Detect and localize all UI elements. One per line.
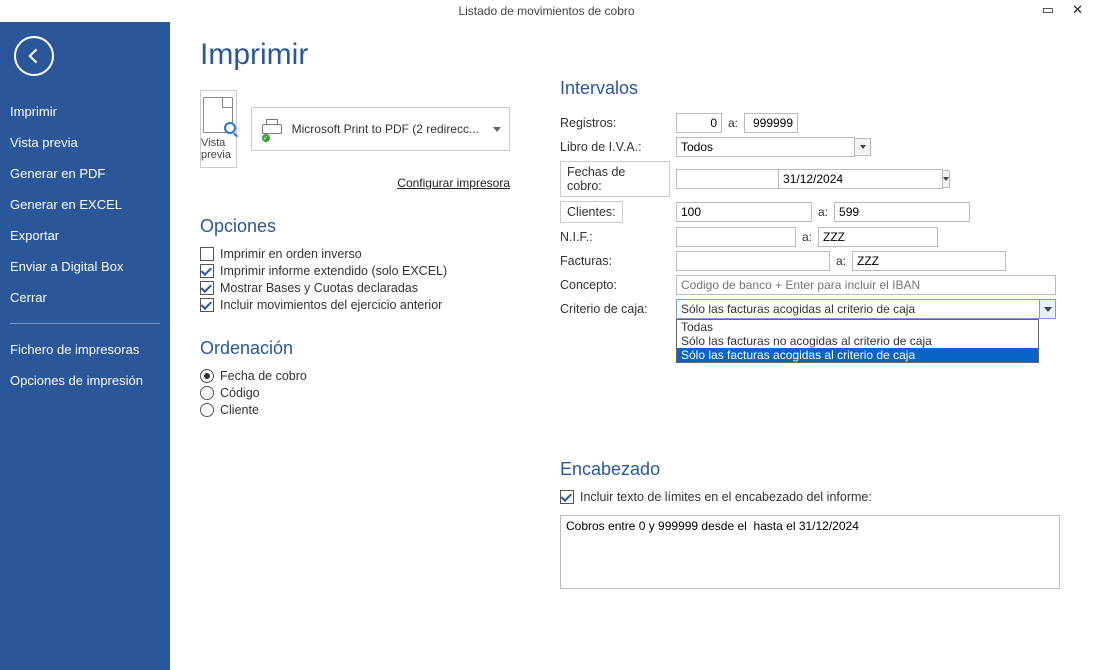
checkbox-icon	[200, 247, 214, 261]
fecha-to-field[interactable]	[778, 169, 943, 189]
clientes-to-input[interactable]	[834, 202, 970, 222]
nif-to-input[interactable]	[818, 227, 938, 247]
window-controls: ▭ ✕	[1038, 2, 1087, 18]
libro-iva-combo[interactable]	[676, 137, 871, 157]
preview-label: Vista previa	[201, 137, 236, 161]
nav-exportar[interactable]: Exportar	[0, 220, 170, 251]
a-label: a:	[802, 230, 812, 244]
maximize-icon[interactable]: ▭	[1038, 2, 1058, 18]
radio-codigo[interactable]: Código	[200, 386, 510, 400]
facturas-from-input[interactable]	[676, 251, 830, 271]
registros-to-input[interactable]	[744, 113, 798, 133]
include-header-label: Incluir texto de límites en el encabezad…	[580, 490, 872, 504]
registros-from-input[interactable]	[676, 113, 722, 133]
intervalos-heading: Intervalos	[560, 78, 1060, 99]
facturas-to-input[interactable]	[852, 251, 1006, 271]
option-label: Mostrar Bases y Cuotas declaradas	[220, 281, 418, 295]
chevron-down-icon[interactable]	[943, 170, 950, 188]
libro-iva-label: Libro de I.V.A.:	[560, 138, 670, 156]
concepto-input[interactable]	[676, 275, 1056, 295]
checkbox-icon	[200, 298, 214, 312]
radio-icon	[200, 369, 214, 383]
include-header-text[interactable]: Incluir texto de límites en el encabezad…	[560, 490, 1060, 504]
concepto-label: Concepto:	[560, 276, 670, 294]
nif-label: N.I.F.:	[560, 228, 670, 246]
nav-vista-previa[interactable]: Vista previa	[0, 127, 170, 158]
a-label: a:	[818, 205, 828, 219]
a-label: a:	[728, 116, 738, 130]
radio-label: Código	[220, 386, 260, 400]
title-bar: Listado de movimientos de cobro ▭ ✕	[0, 0, 1093, 22]
option-bases-cuotas[interactable]: Mostrar Bases y Cuotas declaradas	[200, 281, 510, 295]
a-label: a:	[836, 254, 846, 268]
nif-from-input[interactable]	[676, 227, 796, 247]
criterio-caja-combo[interactable]: Sólo las facturas acogidas al criterio d…	[676, 299, 1056, 319]
sidebar: Imprimir Vista previa Generar en PDF Gen…	[0, 22, 170, 670]
criterio-caja-dropdown: Todas Sólo las facturas no acogidas al c…	[676, 319, 1039, 363]
chevron-down-icon[interactable]	[1039, 299, 1056, 319]
option-informe-extendido[interactable]: Imprimir informe extendido (solo EXCEL)	[200, 264, 510, 278]
window-title: Listado de movimientos de cobro	[458, 4, 634, 18]
facturas-label: Facturas:	[560, 252, 670, 270]
printer-selector[interactable]: ✓ Microsoft Print to PDF (2 redirecc...	[251, 107, 510, 151]
libro-iva-value[interactable]	[676, 137, 855, 157]
radio-cliente[interactable]: Cliente	[200, 403, 510, 417]
printer-icon: ✓	[260, 119, 284, 139]
option-ejercicio-anterior[interactable]: Incluir movimientos del ejercicio anteri…	[200, 298, 510, 312]
criterio-caja-label: Criterio de caja:	[560, 300, 670, 318]
nav-imprimir[interactable]: Imprimir	[0, 96, 170, 127]
clientes-button[interactable]: Clientes:	[560, 201, 623, 223]
option-label: Incluir movimientos del ejercicio anteri…	[220, 298, 442, 312]
ordenacion-heading: Ordenación	[200, 338, 510, 359]
close-icon[interactable]: ✕	[1068, 2, 1087, 18]
nav-generar-pdf[interactable]: Generar en PDF	[0, 158, 170, 189]
printer-name: Microsoft Print to PDF (2 redirecc...	[292, 122, 479, 136]
radio-icon	[200, 386, 214, 400]
document-preview-icon	[203, 97, 233, 133]
criterio-caja-value: Sólo las facturas acogidas al criterio d…	[676, 299, 1039, 319]
header-text-input[interactable]	[560, 515, 1060, 589]
fechas-cobro-button[interactable]: Fechas de cobro:	[560, 161, 670, 197]
nav-digital-box[interactable]: Enviar a Digital Box	[0, 251, 170, 282]
fechas-to-input[interactable]	[778, 169, 870, 189]
nav-generar-excel[interactable]: Generar en EXCEL	[0, 189, 170, 220]
back-button[interactable]	[14, 36, 54, 76]
nav-opciones-impresion[interactable]: Opciones de impresión	[0, 365, 170, 396]
radio-fecha-cobro[interactable]: Fecha de cobro	[200, 369, 510, 383]
nav-cerrar[interactable]: Cerrar	[0, 282, 170, 313]
option-label: Imprimir en orden inverso	[220, 247, 362, 261]
registros-label: Registros:	[560, 114, 670, 132]
checkbox-icon	[560, 490, 574, 504]
radio-label: Fecha de cobro	[220, 369, 307, 383]
chevron-down-icon[interactable]	[855, 138, 871, 156]
nav-fichero-impresoras[interactable]: Fichero de impresoras	[0, 334, 170, 365]
page-title: Imprimir	[200, 38, 510, 72]
checkbox-icon	[200, 281, 214, 295]
encabezado-heading: Encabezado	[560, 459, 1060, 480]
configure-printer-link[interactable]: Configurar impresora	[200, 176, 510, 190]
radio-icon	[200, 403, 214, 417]
opciones-heading: Opciones	[200, 216, 510, 237]
dropdown-option[interactable]: Todas	[677, 320, 1038, 334]
chevron-down-icon	[493, 127, 501, 132]
option-orden-inverso[interactable]: Imprimir en orden inverso	[200, 247, 510, 261]
clientes-from-input[interactable]	[676, 202, 812, 222]
option-label: Imprimir informe extendido (solo EXCEL)	[220, 264, 447, 278]
nav-divider	[10, 323, 160, 324]
preview-button[interactable]: Vista previa	[200, 90, 237, 168]
fechas-from-input[interactable]	[676, 169, 756, 189]
arrow-left-icon	[24, 46, 44, 66]
dropdown-option[interactable]: Sólo las facturas no acogidas al criteri…	[677, 334, 1038, 348]
dropdown-option[interactable]: Sólo las facturas acogidas al criterio d…	[677, 348, 1038, 362]
checkbox-icon	[200, 264, 214, 278]
radio-label: Cliente	[220, 403, 259, 417]
